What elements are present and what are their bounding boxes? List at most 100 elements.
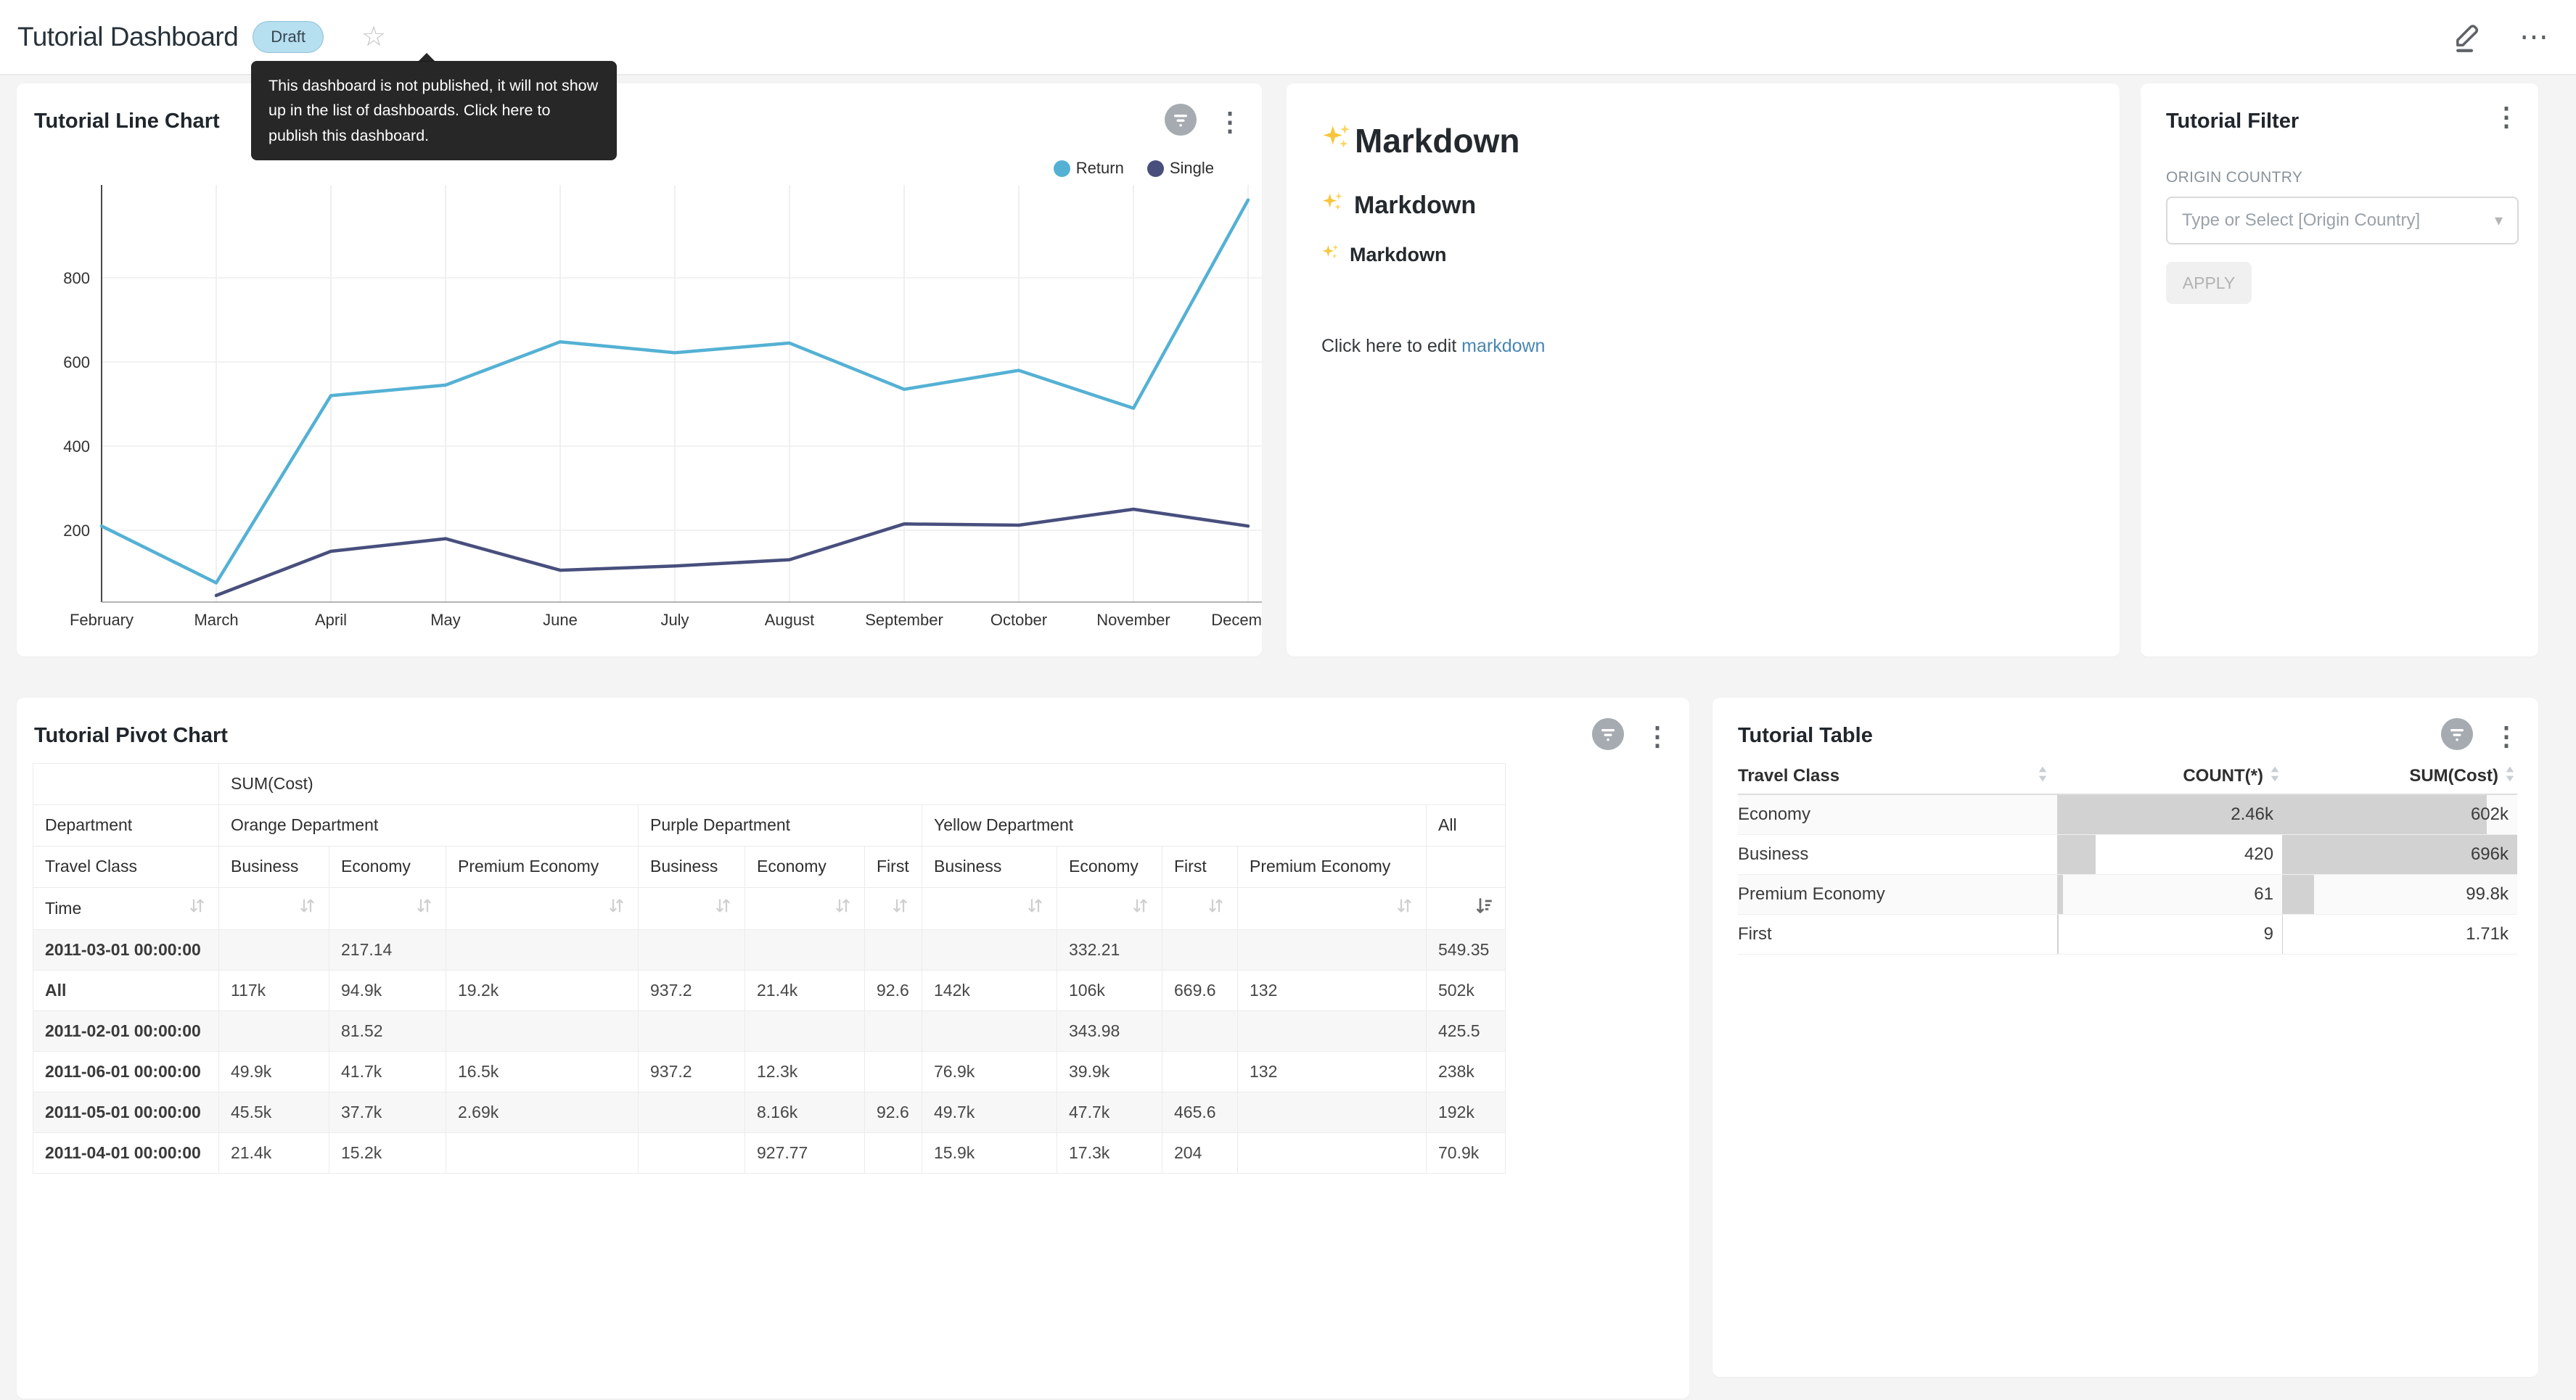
sort-icon[interactable] — [890, 896, 910, 921]
cell-count: 61 — [2057, 875, 2282, 914]
pivot-cell: 39.9k — [1057, 1052, 1162, 1092]
markdown-panel[interactable]: Markdown Markdown Markdown Click here to… — [1287, 83, 2120, 656]
value-bar — [2057, 915, 2059, 954]
pivot-cell: 16.5k — [446, 1052, 639, 1092]
pivot-cell — [219, 1011, 329, 1052]
pivot-cell — [446, 1133, 639, 1174]
edit-icon[interactable] — [2451, 18, 2485, 57]
pivot-sort-header — [1057, 888, 1162, 930]
filter-indicator-icon[interactable] — [1592, 718, 1624, 754]
pivot-cell: 81.52 — [329, 1011, 446, 1052]
pivot-cell — [639, 1011, 745, 1052]
series-line-single — [216, 509, 1248, 596]
sort-icon[interactable] — [187, 896, 207, 921]
cell-sum-cost: 696k — [2282, 835, 2517, 874]
sort-icon[interactable] — [1131, 896, 1150, 921]
pivot-row-label: 2011-02-01 00:00:00 — [33, 1011, 219, 1052]
dashboard-page: Tutorial Dashboard Draft ☆ ⋯ This dashbo… — [0, 0, 2576, 1400]
pivot-cell: 217.14 — [329, 930, 446, 971]
pivot-group-header: Purple Department — [639, 805, 922, 847]
origin-country-select[interactable]: Type or Select [Origin Country] ▾ — [2166, 197, 2519, 244]
pivot-cell — [745, 1011, 865, 1052]
filter-indicator-icon[interactable] — [2441, 718, 2473, 754]
sort-icon[interactable] — [2503, 765, 2517, 788]
column-header-count[interactable]: COUNT(*) — [2057, 765, 2282, 788]
star-icon[interactable]: ☆ — [361, 23, 386, 51]
legend-item[interactable]: Return — [1054, 159, 1124, 178]
sort-icon[interactable] — [833, 896, 853, 921]
legend-dot-icon — [1147, 160, 1164, 177]
sort-icon[interactable] — [713, 896, 733, 921]
sort-icon[interactable] — [2268, 765, 2282, 788]
apply-button[interactable]: APPLY — [2166, 262, 2252, 304]
pivot-cell — [745, 930, 865, 971]
pivot-cell: 2.69k — [446, 1092, 639, 1133]
x-axis-tick-label: May — [430, 611, 461, 629]
pivot-cell: 76.9k — [922, 1052, 1057, 1092]
y-axis-tick-label: 400 — [63, 437, 90, 456]
pivot-cell — [865, 930, 922, 971]
cell-value: 420 — [2244, 835, 2273, 874]
cell-count: 2.46k — [2057, 795, 2282, 834]
cell-count: 420 — [2057, 835, 2282, 874]
pivot-actions: ⋮ — [1592, 718, 1670, 754]
x-axis-tick-label: July — [660, 611, 689, 629]
column-header-travel-class[interactable]: Travel Class — [1738, 765, 2057, 788]
draft-badge[interactable]: Draft — [253, 21, 324, 53]
x-axis-tick-label: August — [765, 611, 815, 629]
value-bar — [2057, 835, 2096, 874]
pivot-row-label: 2011-06-01 00:00:00 — [33, 1052, 219, 1092]
chevron-down-icon: ▾ — [2495, 211, 2503, 230]
markdown-link[interactable]: markdown — [1461, 336, 1545, 356]
column-header-sum-cost[interactable]: SUM(Cost) — [2282, 765, 2517, 788]
pivot-cell: 21.4k — [219, 1133, 329, 1174]
table-row: First91.71k — [1738, 915, 2517, 955]
more-vertical-icon[interactable]: ⋮ — [2493, 723, 2519, 749]
legend-label: Return — [1076, 159, 1124, 178]
pivot-cell: 49.9k — [219, 1052, 329, 1092]
sort-icon[interactable] — [2035, 765, 2050, 788]
cell-value: 696k — [2471, 835, 2509, 874]
column-label: Travel Class — [1738, 766, 1839, 786]
pivot-subcol-header: Economy — [1057, 847, 1162, 888]
markdown-h3: Markdown — [1321, 243, 2085, 266]
pivot-cell: 204 — [1162, 1133, 1238, 1174]
pivot-cell: 15.9k — [922, 1133, 1057, 1174]
page-title: Tutorial Dashboard — [17, 22, 238, 52]
pivot-cell: 92.6 — [865, 1092, 922, 1133]
sort-desc-active-icon[interactable] — [1474, 896, 1493, 921]
x-axis-tick-label: October — [990, 611, 1047, 629]
pivot-cell — [1162, 930, 1238, 971]
legend-item[interactable]: Single — [1147, 159, 1214, 178]
pivot-subcol-header: Business — [219, 847, 329, 888]
pivot-cell: 12.3k — [745, 1052, 865, 1092]
pivot-row: 2011-05-01 00:00:0045.5k37.7k2.69k8.16k9… — [33, 1092, 1506, 1133]
sort-icon[interactable] — [414, 896, 434, 921]
x-axis-tick-label: September — [865, 611, 943, 629]
pivot-cell: 132 — [1238, 971, 1427, 1011]
pivot-row-label: 2011-04-01 00:00:00 — [33, 1133, 219, 1174]
legend-dot-icon — [1054, 160, 1070, 177]
pivot-cell: 92.6 — [865, 971, 922, 1011]
origin-country-label: ORIGIN COUNTRY — [2166, 169, 2302, 186]
more-vertical-icon[interactable]: ⋮ — [2493, 104, 2519, 130]
y-axis-tick-label: 200 — [63, 522, 90, 540]
table-actions: ⋮ — [2441, 718, 2519, 754]
publish-tooltip: This dashboard is not published, it will… — [251, 61, 617, 160]
pivot-subcol-header — [1427, 847, 1506, 888]
table-row: Premium Economy6199.8k — [1738, 875, 2517, 915]
sort-icon[interactable] — [607, 896, 626, 921]
pivot-cell — [1238, 1011, 1427, 1052]
more-horizontal-icon[interactable]: ⋯ — [2519, 28, 2550, 46]
pivot-sort-header — [1238, 888, 1427, 930]
sort-icon[interactable] — [1395, 896, 1414, 921]
more-vertical-icon[interactable]: ⋮ — [1644, 723, 1670, 749]
y-axis-tick-label: 600 — [63, 353, 90, 371]
sort-icon[interactable] — [1206, 896, 1226, 921]
line-chart-panel: Tutorial Line Chart ⋮ ReturnSingle 20040… — [17, 83, 1262, 656]
pivot-axis-label: Department — [33, 805, 219, 847]
sort-icon[interactable] — [1025, 896, 1045, 921]
pivot-cell: 937.2 — [639, 1052, 745, 1092]
sort-icon[interactable] — [298, 896, 317, 921]
pivot-cell: 37.7k — [329, 1092, 446, 1133]
